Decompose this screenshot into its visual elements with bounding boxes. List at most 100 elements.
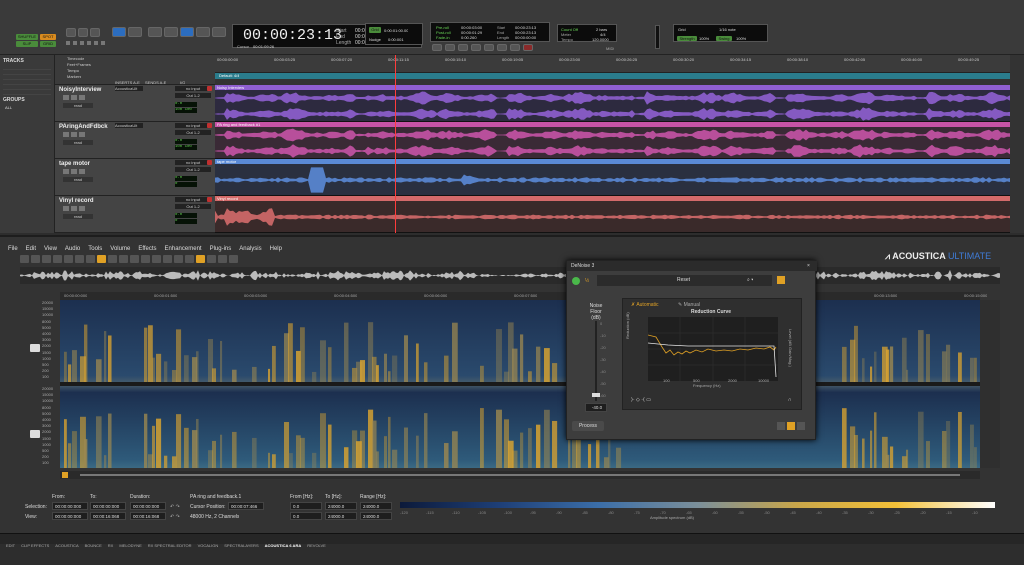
sel-from-hz-field[interactable]: 0.0 [290, 502, 322, 510]
record-arm-icon[interactable] [63, 206, 69, 211]
output-selector[interactable]: Out 1-2 [175, 93, 211, 98]
curve-tools[interactable]: ⟩· ◇ ·⟨ ▭ [631, 397, 651, 403]
track-header[interactable]: tape motor read no input Out 1-2 0.0 0 [55, 159, 215, 196]
zoom-preset-icon[interactable] [90, 28, 100, 37]
rewind-icon[interactable] [458, 44, 468, 51]
view-range-hz-field[interactable]: 24000.0 [360, 512, 392, 520]
dialog-stop-icon[interactable] [787, 422, 795, 430]
track-lane[interactable]: PA ring and feedback #1 [215, 122, 1010, 159]
plugin-tab[interactable]: SPECTRALAYERS [224, 540, 258, 551]
grabber-tool-icon[interactable] [164, 27, 178, 37]
reduction-curve-graph[interactable] [648, 317, 778, 381]
insert-slot[interactable]: AcousticaUlt [115, 123, 143, 128]
track-header[interactable]: NoisyInterview read AcousticaUlt no inpu… [55, 85, 215, 122]
mute-icon[interactable] [79, 169, 85, 174]
noise-floor-slider[interactable] [595, 321, 597, 401]
channel-2-icon[interactable] [30, 430, 40, 438]
magic-wand-icon[interactable] [196, 255, 205, 263]
strength-value[interactable]: 100% [699, 36, 709, 41]
waveform-overview[interactable] [20, 267, 1000, 284]
track-lane[interactable]: Vinyl record [215, 196, 1010, 233]
view-to-hz-field[interactable]: 24000.0 [325, 512, 357, 520]
return-to-zero-icon[interactable] [445, 44, 455, 51]
view-duration-field[interactable]: 00:00:16:068 [130, 512, 166, 520]
group-item-all[interactable]: ALL [5, 105, 12, 110]
go-to-end-icon[interactable] [484, 44, 494, 51]
track-lane[interactable]: tape motor [215, 159, 1010, 196]
loop-icon[interactable] [130, 255, 139, 263]
tempo-value[interactable]: 120.0000 [592, 37, 609, 42]
fadein-value[interactable]: 0:00.260 [461, 35, 477, 40]
spectro-scrollbar[interactable] [980, 300, 1000, 468]
zoom-presets[interactable] [66, 41, 106, 45]
output-selector[interactable]: Out 1-2 [175, 130, 211, 135]
view-selector[interactable]: read [63, 177, 93, 182]
noise-floor-handle[interactable] [592, 393, 600, 397]
input-selector[interactable]: no input [175, 160, 211, 165]
selector-tool-icon[interactable] [148, 27, 162, 37]
plugin-tab[interactable]: CLIP EFFECTS [21, 540, 49, 551]
volume-readout[interactable]: 0.0 [175, 102, 197, 107]
shuffle-mode-button[interactable]: SHUFFLE [16, 34, 38, 40]
plugin-tab[interactable]: VOCALIGN [198, 540, 219, 551]
cursor-position-field[interactable]: 00:00:07:466 [228, 502, 264, 510]
solo-icon[interactable] [71, 95, 77, 100]
view-mode-icon[interactable] [62, 472, 68, 478]
search-icon[interactable]: ⌕ ▾ [747, 277, 753, 283]
view-selector[interactable]: read [63, 140, 93, 145]
brush-icon[interactable] [163, 255, 172, 263]
dialog-loop-icon[interactable] [797, 422, 805, 430]
go-start-icon[interactable] [64, 255, 73, 263]
plugin-tab[interactable]: RX SPECTRAL EDITOR [148, 540, 192, 551]
zoomer-tool-icon[interactable] [112, 27, 126, 37]
zoom-out-icon[interactable] [66, 28, 76, 37]
play-icon[interactable] [510, 44, 520, 51]
plugin-tab[interactable]: BOUNCE [85, 540, 102, 551]
go-end-icon[interactable] [119, 255, 128, 263]
swing-button[interactable]: Swing [716, 36, 732, 41]
scroll-track[interactable] [80, 474, 960, 476]
record-arm-icon[interactable] [63, 132, 69, 137]
smart-tool-icon[interactable] [212, 27, 226, 37]
power-icon[interactable] [572, 277, 580, 285]
record-arm-icon[interactable] [63, 95, 69, 100]
redo-icon[interactable] [53, 255, 62, 263]
sub-length-value[interactable]: 00:00:00:00 [515, 35, 536, 40]
headphones-icon[interactable]: ∩ [788, 397, 792, 403]
track-header[interactable]: PAringAndFdbck read AcousticaUlt no inpu… [55, 122, 215, 159]
save-icon[interactable] [31, 255, 40, 263]
grid-value[interactable]: 0:00:01:00.00 [384, 28, 408, 33]
mute-icon[interactable] [79, 206, 85, 211]
record-arm-icon[interactable] [63, 169, 69, 174]
timeline-ruler[interactable]: 00:00:00:00 00:00:03:25 00:00:07:20 00:00:1… [215, 55, 1010, 73]
plugin-tab[interactable]: EDIT [6, 540, 15, 551]
track-name[interactable]: tape motor [59, 160, 114, 168]
record-icon[interactable] [523, 44, 533, 51]
edit-scrollbar[interactable] [1010, 55, 1024, 233]
forward-icon[interactable] [108, 255, 117, 263]
grid-button[interactable]: Grid [369, 27, 381, 33]
swing-value[interactable]: 100% [736, 36, 746, 41]
solo-icon[interactable] [71, 132, 77, 137]
input-selector[interactable]: no input [175, 86, 211, 91]
track-name[interactable]: PAringAndFdbck [59, 123, 114, 131]
plugin-tab[interactable]: RX [108, 540, 114, 551]
ab-compare-icon[interactable]: ½ [585, 278, 589, 284]
zoom-icon[interactable] [152, 255, 161, 263]
zoom-in-icon[interactable] [78, 28, 88, 37]
preset-selector[interactable]: Reset ⌕ ▾ [597, 275, 772, 286]
edit-window[interactable]: 00:00:00:00 00:00:03:25 00:00:07:20 00:00:1… [215, 55, 1010, 233]
sel-to-hz-field[interactable]: 24000.0 [325, 502, 357, 510]
input-selector[interactable]: no input [175, 123, 211, 128]
denoise-titlebar[interactable]: DeNoise 3 × [567, 261, 817, 271]
view-selector[interactable]: read [63, 214, 93, 219]
pan-readout[interactable]: 0 [175, 182, 197, 187]
input-selector[interactable]: no input [175, 197, 211, 202]
close-icon[interactable]: × [807, 263, 810, 269]
view-to-field[interactable]: 00:00:16:068 [90, 512, 126, 520]
selection-duration-field[interactable]: 00:00:00:000 [130, 502, 166, 510]
channel-1-icon[interactable] [30, 344, 40, 352]
pan-readout[interactable]: 100 100 [175, 108, 197, 113]
rewind-icon[interactable] [75, 255, 84, 263]
solo-icon[interactable] [71, 169, 77, 174]
